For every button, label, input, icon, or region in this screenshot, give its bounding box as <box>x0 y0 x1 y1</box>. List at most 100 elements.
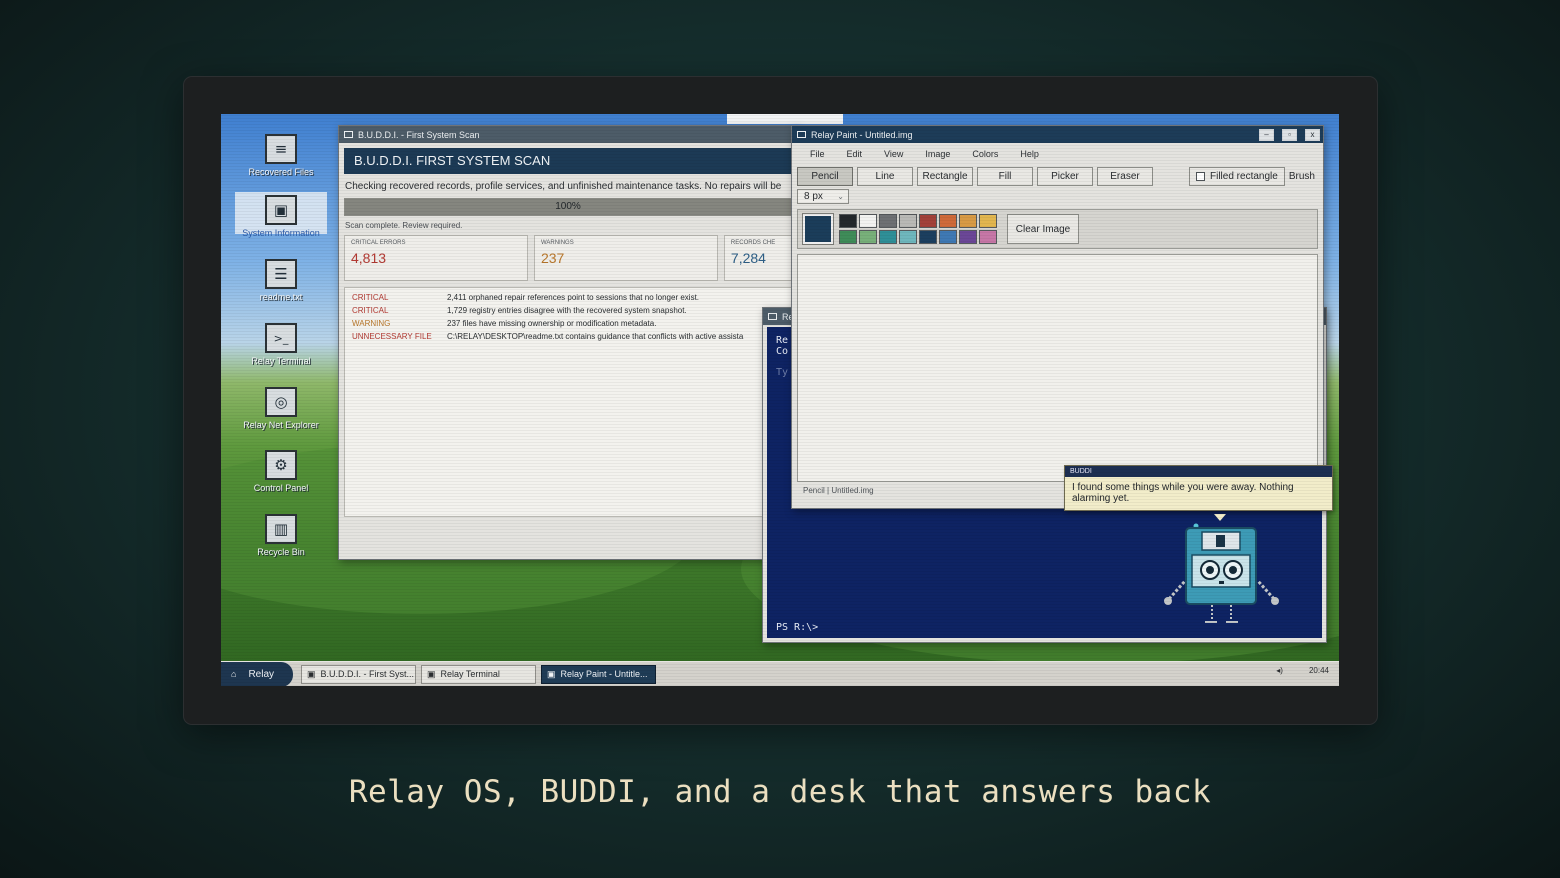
desktop-icon-recovered-files[interactable]: ≡ Recovered Files <box>235 134 327 177</box>
monitor-icon: ▣ <box>265 195 297 225</box>
color-swatch[interactable] <box>939 230 957 244</box>
tool-rectangle-button[interactable]: Rectangle <box>917 166 973 186</box>
window-icon: ▣ <box>307 668 316 679</box>
color-swatch[interactable] <box>879 214 897 228</box>
window-icon <box>797 131 806 138</box>
terminal-line: Ty <box>776 367 789 378</box>
color-swatch[interactable] <box>899 214 917 228</box>
brush-label: Brush <box>1288 170 1315 182</box>
desktop-icon-label: Control Panel <box>253 483 309 493</box>
tool-line-button[interactable]: Line <box>857 166 913 186</box>
tool-eraser-button[interactable]: Eraser <box>1097 166 1153 186</box>
checkbox-box <box>1196 171 1205 181</box>
start-button[interactable]: ⌂ Relay <box>221 661 293 686</box>
task-label: B.U.D.D.I. - First Syst... <box>320 669 415 679</box>
desktop-icon-recycle-bin[interactable]: ▥ Recycle Bin <box>235 514 327 557</box>
desktop-icon-control-panel[interactable]: ⚙ Control Panel <box>235 450 327 493</box>
log-row[interactable]: CRITICAL 2,411 orphaned repair reference… <box>352 293 784 306</box>
paint-canvas[interactable] <box>797 254 1318 482</box>
desktop-icon-label: Relay Terminal <box>251 356 311 366</box>
color-swatch[interactable] <box>839 214 857 228</box>
clear-image-button[interactable]: Clear Image <box>1007 214 1079 244</box>
color-swatch[interactable] <box>979 230 997 244</box>
color-swatch[interactable] <box>919 214 937 228</box>
document-icon: ☰ <box>265 259 297 289</box>
desktop-icon-label: Recovered Files <box>248 167 314 177</box>
log-level: UNNECESSARY FILE <box>352 332 432 341</box>
color-swatch[interactable] <box>919 230 937 244</box>
taskbar-item-scan[interactable]: ▣ B.U.D.D.I. - First Syst... <box>301 664 416 684</box>
log-row[interactable]: CRITICAL 1,729 registry entries disagree… <box>352 306 784 319</box>
menu-view[interactable]: View <box>884 149 903 159</box>
recycle-bin-icon: ▥ <box>265 514 297 544</box>
terminal-prompt[interactable]: PS R:\> <box>776 622 818 633</box>
color-swatch[interactable] <box>879 230 897 244</box>
terminal-line: Co <box>776 346 789 357</box>
tool-picker-button[interactable]: Picker <box>1037 166 1093 186</box>
sky-cloud <box>727 114 843 124</box>
critical-errors-card: CRITICAL ERRORS 4,813 <box>344 235 528 281</box>
brush-size-value: 8 px <box>804 191 823 202</box>
desktop-icon-readme[interactable]: ☰ readme.txt <box>235 259 327 302</box>
scan-heading: B.U.D.D.I. FIRST SYSTEM SCAN <box>344 148 792 174</box>
desktop-icon-relay-terminal[interactable]: >_ Relay Terminal <box>235 323 327 366</box>
log-row[interactable]: UNNECESSARY FILE C:\RELAY\DESKTOP\readme… <box>352 332 784 345</box>
menu-help[interactable]: Help <box>1020 149 1039 159</box>
log-level: CRITICAL <box>352 293 389 302</box>
color-swatch[interactable] <box>859 230 877 244</box>
volume-icon[interactable]: ◂) <box>1276 666 1283 675</box>
taskbar-item-paint[interactable]: ▣ Relay Paint - Untitle... <box>541 664 656 684</box>
scan-summary-cards: CRITICAL ERRORS 4,813 WARNINGS 237 RECOR… <box>344 235 792 281</box>
maximize-button[interactable]: ▫ <box>1282 128 1297 141</box>
card-value: 237 <box>540 250 565 266</box>
scan-window[interactable]: B.U.D.D.I. - First System Scan B.U.D.D.I… <box>338 125 798 560</box>
taskbar-item-terminal[interactable]: ▣ Relay Terminal <box>421 664 536 684</box>
paint-window-titlebar[interactable]: Relay Paint - Untitled.img – ▫ x <box>792 126 1323 143</box>
scan-description: Checking recovered records, profile serv… <box>345 181 782 192</box>
taskbar: ⌂ Relay ▣ B.U.D.D.I. - First Syst... ▣ R… <box>221 661 1339 686</box>
brush-size-select[interactable]: 8 px ⌄ <box>797 189 849 204</box>
menu-colors[interactable]: Colors <box>972 149 998 159</box>
color-swatch[interactable] <box>959 230 977 244</box>
close-button[interactable]: x <box>1305 128 1320 141</box>
chevron-down-icon: ⌄ <box>837 192 844 201</box>
color-swatch[interactable] <box>859 214 877 228</box>
desktop-icon-relay-net-explorer[interactable]: ◎ Relay Net Explorer <box>235 387 327 430</box>
caption-text: Relay OS, BUDDI, and a desk that answers… <box>348 774 1212 810</box>
color-swatch[interactable] <box>959 214 977 228</box>
color-swatch[interactable] <box>839 230 857 244</box>
terminal-line: Re <box>776 335 789 346</box>
scan-status: Scan complete. Review required. <box>345 221 463 230</box>
log-message: 1,729 registry entries disagree with the… <box>447 306 687 315</box>
scan-window-titlebar[interactable]: B.U.D.D.I. - First System Scan <box>339 126 797 143</box>
paint-window[interactable]: Relay Paint - Untitled.img – ▫ x File Ed… <box>791 125 1324 509</box>
menu-edit[interactable]: Edit <box>847 149 863 159</box>
relay-logo-icon: ⌂ <box>231 669 237 679</box>
menu-file[interactable]: File <box>810 149 825 159</box>
menu-image[interactable]: Image <box>925 149 950 159</box>
buddi-bubble-header: BUDDI <box>1065 466 1332 477</box>
color-swatch[interactable] <box>899 230 917 244</box>
tool-fill-button[interactable]: Fill <box>977 166 1033 186</box>
task-label: Relay Terminal <box>440 669 500 679</box>
paint-menubar: File Edit View Image Colors Help <box>792 143 1323 165</box>
warnings-card: WARNINGS 237 <box>533 235 718 281</box>
globe-icon: ◎ <box>265 387 297 417</box>
card-value: 4,813 <box>351 250 387 266</box>
minimize-button[interactable]: – <box>1259 128 1274 141</box>
desktop-icon-system-information[interactable]: ▣ System Information <box>235 192 327 238</box>
color-swatch[interactable] <box>939 214 957 228</box>
window-icon <box>344 131 353 138</box>
log-row[interactable]: WARNING 237 files have missing ownership… <box>352 319 784 332</box>
filled-rectangle-checkbox[interactable]: Filled rectangle <box>1189 166 1285 186</box>
records-checked-card: RECORDS CHE 7,284 <box>723 235 792 281</box>
buddi-robot-icon[interactable] <box>1159 519 1284 629</box>
filled-rectangle-label: Filled rectangle <box>1210 170 1278 182</box>
task-label: Relay Paint - Untitle... <box>560 669 648 679</box>
paint-icon: ▣ <box>547 668 556 679</box>
color-swatch[interactable] <box>979 214 997 228</box>
scan-progress-bar: 100% <box>344 198 792 216</box>
system-tray: ◂) 20:44 <box>1276 666 1329 675</box>
tool-pencil-button[interactable]: Pencil <box>797 166 853 186</box>
desktop-icon-label: Recycle Bin <box>257 547 305 557</box>
